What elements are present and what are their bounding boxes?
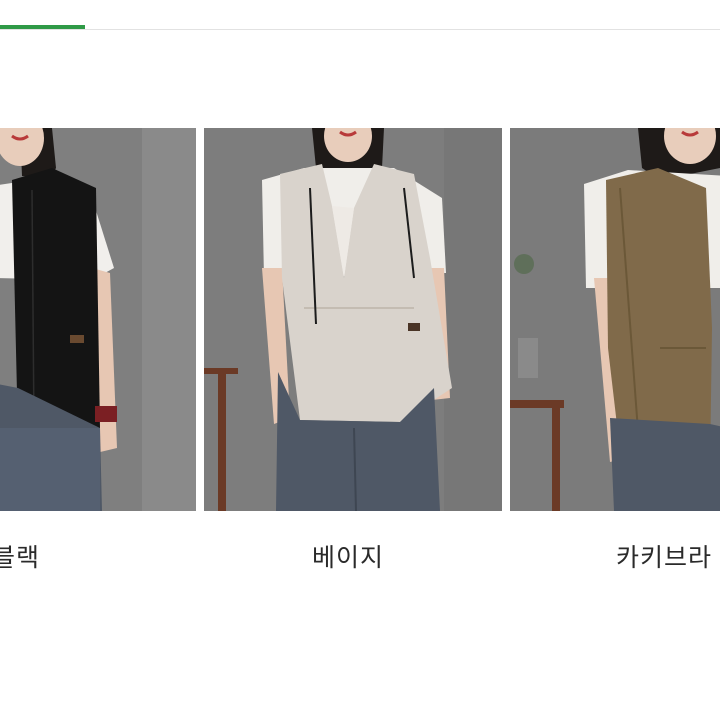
color-option-label-khaki-brown: 카키브라 xyxy=(616,543,713,572)
color-option-label-beige: 베이지 xyxy=(312,543,385,572)
product-image-beige[interactable] xyxy=(204,128,502,511)
product-color-strip xyxy=(0,128,720,511)
tab-divider xyxy=(0,29,720,30)
color-option-label-black: 블랙 xyxy=(0,543,41,572)
product-image-khaki[interactable] xyxy=(510,128,720,511)
product-image-black[interactable] xyxy=(0,128,196,511)
